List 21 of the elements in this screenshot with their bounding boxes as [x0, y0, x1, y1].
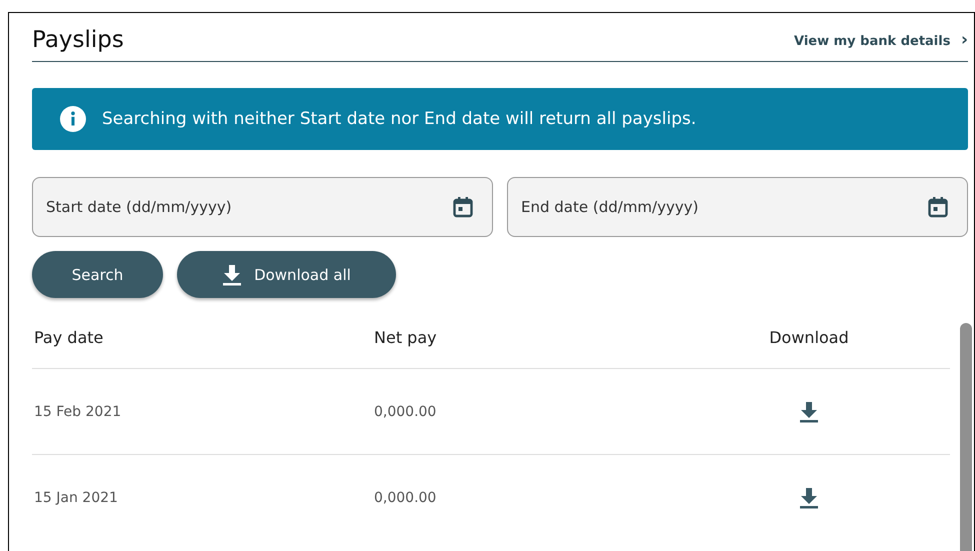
calendar-icon[interactable]	[928, 196, 948, 218]
download-icon[interactable]	[799, 400, 819, 422]
table-cell-text: 0,000.00	[374, 490, 438, 506]
download-all-button[interactable]: Download all	[177, 251, 396, 298]
search-button[interactable]: Search	[32, 251, 163, 298]
download-icon[interactable]	[799, 486, 819, 508]
column-header: Net pay	[374, 328, 438, 347]
column-header: Download	[768, 328, 850, 347]
date-field[interactable]: End date (dd/mm/yyyy)	[507, 177, 968, 237]
column-header: Pay date	[33, 328, 104, 347]
calendar-icon[interactable]	[453, 196, 473, 218]
table-cell-text: 15 Jan 2021	[33, 490, 119, 506]
page-title: Payslips	[32, 27, 124, 53]
table-cell-text: 0,000.00	[374, 404, 438, 420]
bank-details-link[interactable]: View my bank details ›	[794, 30, 968, 50]
scrollbar[interactable]	[960, 323, 972, 551]
info-icon	[60, 106, 86, 132]
date-field[interactable]: Start date (dd/mm/yyyy)	[32, 177, 493, 237]
download-icon	[222, 264, 242, 286]
table-cell-text: 15 Feb 2021	[33, 404, 122, 420]
info-text: Searching with neither Start date nor End date will return all payslips.	[102, 109, 696, 129]
